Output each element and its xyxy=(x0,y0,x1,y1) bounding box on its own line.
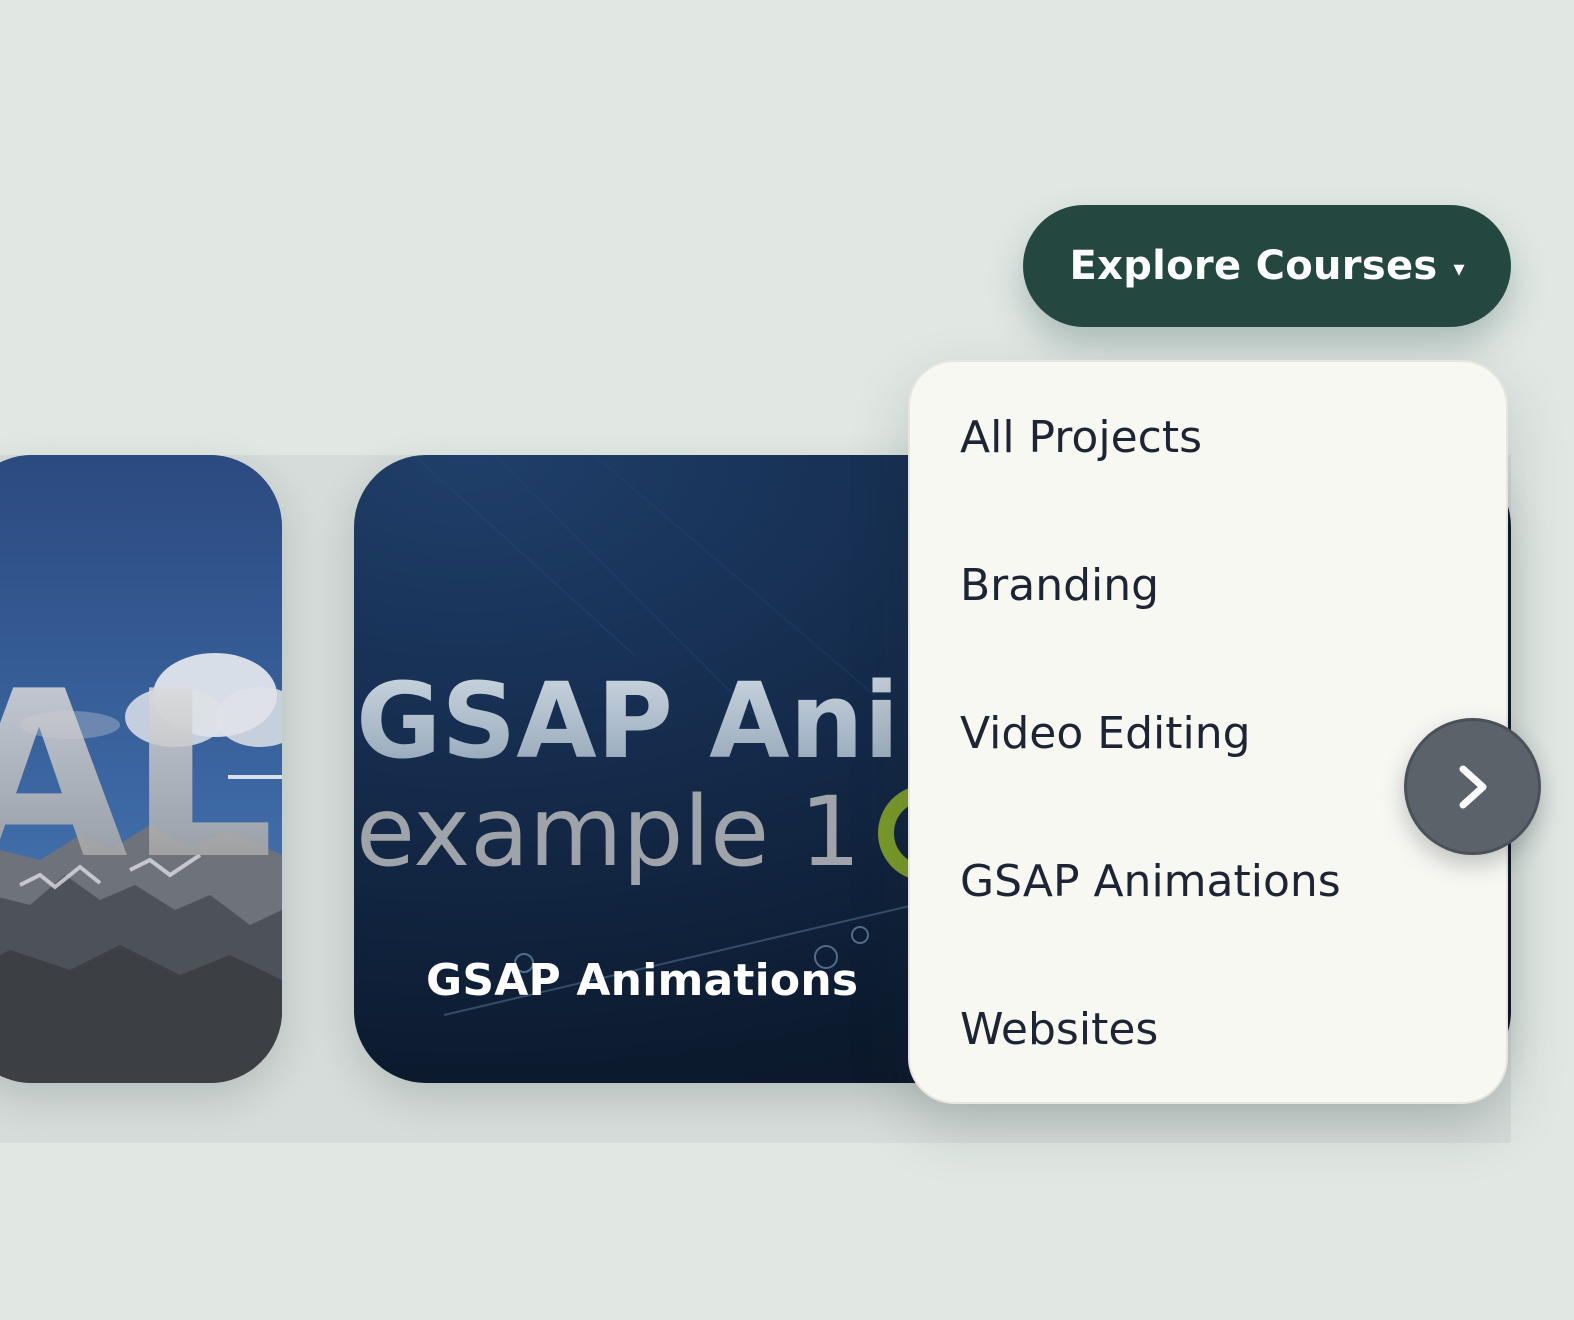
caret-down-icon: ▾ xyxy=(1453,256,1465,281)
course-card-title: GSAP Animations xyxy=(426,955,859,1006)
chevron-right-icon xyxy=(1459,765,1486,808)
courses-dropdown-menu: All Projects Branding Video Editing GSAP… xyxy=(908,360,1508,1104)
menu-item-websites[interactable]: Websites xyxy=(960,1000,1158,1060)
menu-item-video-editing[interactable]: Video Editing xyxy=(960,704,1251,764)
course-card-left[interactable]: AL xyxy=(0,455,282,1083)
explore-courses-label: Explore Courses xyxy=(1069,243,1438,289)
thumbnail-subheading-text: example 1 xyxy=(356,776,861,888)
explore-courses-button[interactable]: Explore Courses ▾ xyxy=(1023,205,1511,327)
mountain-thumbnail: AL xyxy=(0,455,282,1083)
carousel-next-button[interactable] xyxy=(1404,718,1541,855)
menu-item-all-projects[interactable]: All Projects xyxy=(960,408,1202,468)
menu-item-gsap-animations[interactable]: GSAP Animations xyxy=(960,852,1341,912)
menu-item-branding[interactable]: Branding xyxy=(960,556,1159,616)
